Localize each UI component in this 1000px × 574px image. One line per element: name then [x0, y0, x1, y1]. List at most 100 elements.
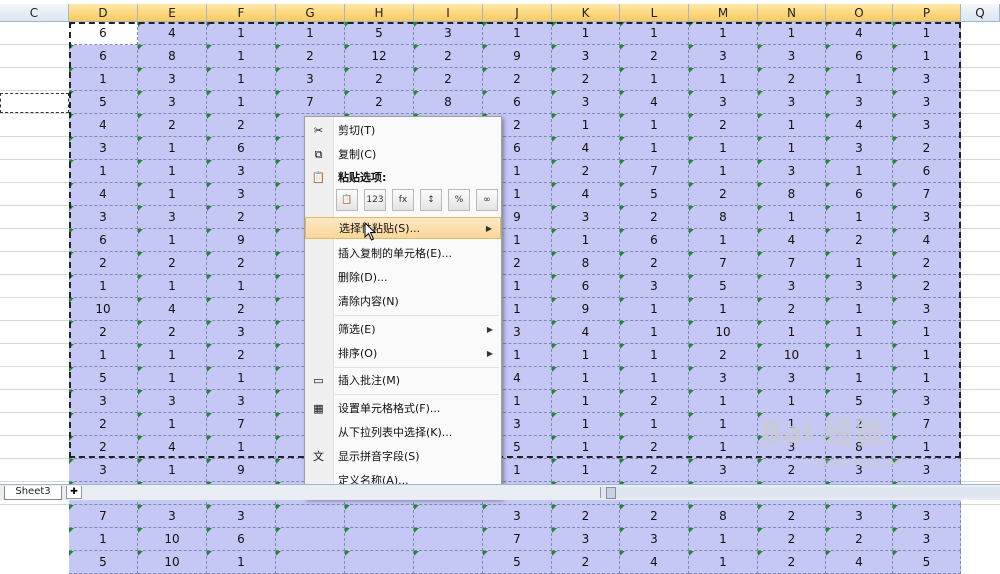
- cell[interactable]: 3: [207, 505, 276, 528]
- column-header-o[interactable]: O: [826, 4, 893, 22]
- menu-item-filter[interactable]: 筛选(E) ▶: [305, 319, 501, 341]
- cell[interactable]: 3: [552, 528, 620, 551]
- cell[interactable]: 4: [893, 229, 961, 252]
- cell[interactable]: [414, 505, 483, 528]
- cell[interactable]: 3: [758, 91, 826, 114]
- cell[interactable]: 1: [620, 413, 689, 436]
- menu-item-cut[interactable]: ✂ 剪切(T): [305, 120, 501, 142]
- cell[interactable]: 9: [552, 298, 620, 321]
- cell[interactable]: 1: [207, 68, 276, 91]
- horizontal-scrollbar[interactable]: [600, 487, 1000, 498]
- cell[interactable]: 6: [893, 160, 961, 183]
- cell[interactable]: 3: [69, 137, 138, 160]
- cell[interactable]: 1: [689, 413, 758, 436]
- cell[interactable]: 3: [826, 505, 893, 528]
- cell[interactable]: 2: [620, 505, 689, 528]
- cell[interactable]: 6: [483, 91, 552, 114]
- cell[interactable]: 6: [69, 229, 138, 252]
- cell[interactable]: 1: [758, 22, 826, 45]
- cell[interactable]: 3: [69, 459, 138, 482]
- cell[interactable]: 1: [69, 344, 138, 367]
- cell[interactable]: 1: [620, 22, 689, 45]
- cell[interactable]: 7: [689, 252, 758, 275]
- menu-item-show-phonetic[interactable]: 文 显示拼音字段(S): [305, 446, 501, 468]
- cell[interactable]: 1: [689, 298, 758, 321]
- cell[interactable]: 10: [69, 298, 138, 321]
- cell[interactable]: 5: [689, 275, 758, 298]
- column-header-f[interactable]: F: [207, 4, 276, 22]
- scrollbar-thumb[interactable]: [606, 487, 616, 499]
- cell[interactable]: 1: [893, 344, 961, 367]
- cell[interactable]: 3: [893, 298, 961, 321]
- cell[interactable]: 7: [620, 160, 689, 183]
- cell[interactable]: 5: [345, 22, 414, 45]
- cell[interactable]: 1: [207, 91, 276, 114]
- cell[interactable]: 2: [69, 252, 138, 275]
- cell[interactable]: 1: [758, 114, 826, 137]
- cell[interactable]: 12: [345, 45, 414, 68]
- column-header-h[interactable]: H: [345, 4, 414, 22]
- cell[interactable]: 1: [69, 528, 138, 551]
- cell[interactable]: [345, 505, 414, 528]
- cell[interactable]: 2: [552, 505, 620, 528]
- menu-item-pick-from-list[interactable]: 从下拉列表中选择(K)...: [305, 422, 501, 444]
- cell[interactable]: 10: [138, 551, 207, 574]
- cell[interactable]: 3: [689, 367, 758, 390]
- context-menu[interactable]: ✂ 剪切(T) ⧉ 复制(C) 📋 粘贴选项: 📋 123 fx ↕ % ∞ 选…: [304, 116, 502, 499]
- cell[interactable]: 1: [893, 321, 961, 344]
- cell[interactable]: 2: [826, 229, 893, 252]
- cell[interactable]: 3: [69, 206, 138, 229]
- cell[interactable]: 2: [552, 551, 620, 574]
- cell[interactable]: 1: [552, 114, 620, 137]
- cell[interactable]: 1: [138, 367, 207, 390]
- cell[interactable]: 3: [552, 91, 620, 114]
- cell[interactable]: 2: [893, 275, 961, 298]
- cell[interactable]: 1: [689, 390, 758, 413]
- cell[interactable]: 9: [207, 459, 276, 482]
- cell[interactable]: 1: [620, 298, 689, 321]
- cell[interactable]: 1: [69, 68, 138, 91]
- column-header-i[interactable]: I: [414, 4, 483, 22]
- cell[interactable]: 2: [758, 68, 826, 91]
- cell[interactable]: 3: [552, 206, 620, 229]
- cell[interactable]: 3: [69, 390, 138, 413]
- cell[interactable]: 1: [893, 367, 961, 390]
- cell[interactable]: 5: [620, 183, 689, 206]
- cell[interactable]: 4: [552, 183, 620, 206]
- cell[interactable]: 1: [552, 390, 620, 413]
- column-header-g[interactable]: G: [276, 4, 345, 22]
- cell[interactable]: 1: [552, 413, 620, 436]
- cell[interactable]: 1: [552, 436, 620, 459]
- cell[interactable]: 1: [483, 22, 552, 45]
- cell[interactable]: 2: [689, 344, 758, 367]
- cell[interactable]: 2: [826, 528, 893, 551]
- cell[interactable]: 1: [689, 229, 758, 252]
- cell[interactable]: 2: [620, 390, 689, 413]
- cell[interactable]: 8: [758, 183, 826, 206]
- cell[interactable]: 1: [207, 436, 276, 459]
- column-header-c[interactable]: C: [0, 4, 69, 22]
- cell[interactable]: 1: [689, 551, 758, 574]
- cell[interactable]: 2: [620, 252, 689, 275]
- cell[interactable]: 1: [689, 436, 758, 459]
- cell[interactable]: 10: [138, 528, 207, 551]
- column-header-j[interactable]: J: [483, 4, 552, 22]
- cell[interactable]: 1: [552, 459, 620, 482]
- cell[interactable]: 2: [207, 206, 276, 229]
- insert-sheet-icon[interactable]: ✚: [66, 486, 82, 499]
- cell[interactable]: 2: [893, 137, 961, 160]
- cell[interactable]: 3: [620, 275, 689, 298]
- cell[interactable]: 1: [552, 367, 620, 390]
- cell[interactable]: 1: [826, 367, 893, 390]
- cell[interactable]: 4: [69, 183, 138, 206]
- menu-item-insert-comment[interactable]: ▭ 插入批注(M): [305, 370, 501, 392]
- cell[interactable]: 3: [758, 160, 826, 183]
- cell[interactable]: 3: [207, 390, 276, 413]
- cell[interactable]: 3: [207, 183, 276, 206]
- cell[interactable]: 8: [689, 505, 758, 528]
- menu-item-paste-special[interactable]: 选择性粘贴(S)... ▶: [305, 217, 501, 239]
- cell[interactable]: 1: [138, 183, 207, 206]
- cell[interactable]: [276, 505, 345, 528]
- cell[interactable]: 9: [483, 45, 552, 68]
- cell[interactable]: 3: [620, 528, 689, 551]
